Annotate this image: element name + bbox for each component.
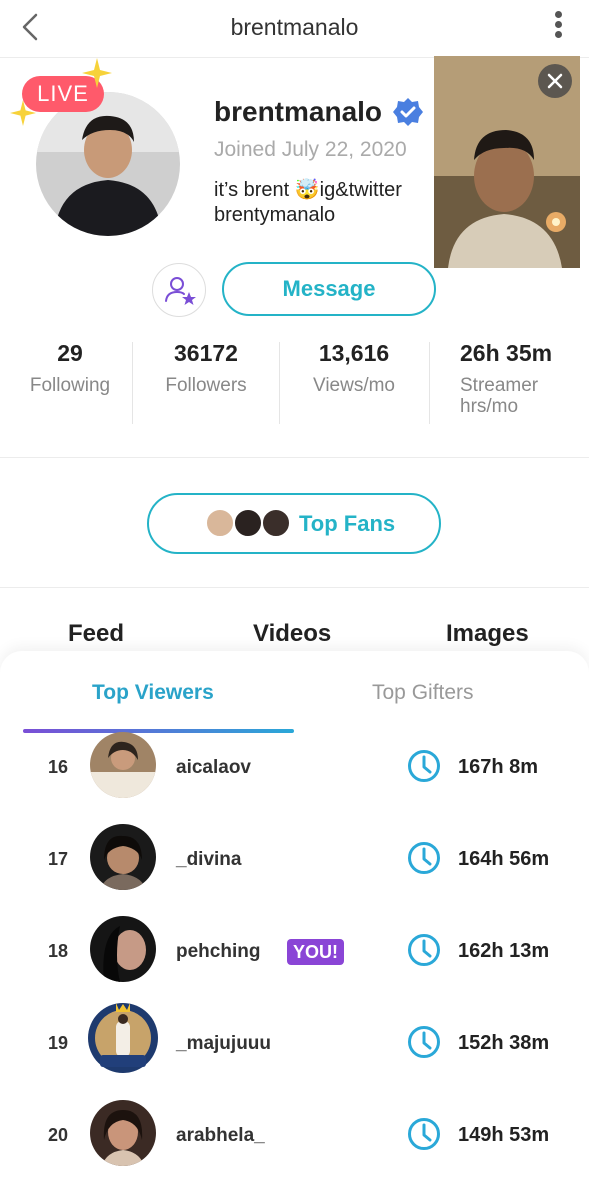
avatar — [90, 732, 156, 798]
fan-avatar — [233, 508, 263, 538]
list-item[interactable]: 19 _majujuuu 152h 38m — [0, 1003, 589, 1103]
top-fans-label: Top Fans — [299, 511, 396, 536]
stat-streamer-hours: 26h 35m Streamer hrs/mo — [460, 340, 585, 417]
stat-label: Following — [29, 375, 111, 396]
avatar — [90, 824, 156, 890]
list-item[interactable]: 16 aicalaov 167h 8m — [0, 732, 589, 827]
divider — [0, 587, 589, 588]
stat-value: 36172 — [174, 340, 238, 366]
stat-views: 13,616 Views/mo — [298, 340, 410, 396]
more-vertical-icon — [554, 11, 562, 18]
stat-value: 29 — [57, 340, 83, 366]
divider — [132, 342, 133, 424]
username: aicalaov — [176, 757, 251, 778]
rank: 16 — [47, 757, 69, 777]
divider — [0, 457, 589, 458]
watch-duration: 149h 53m — [458, 1124, 550, 1146]
stat-value: 13,616 — [318, 340, 390, 366]
joined-date: Joined July 22, 2020 — [214, 138, 407, 161]
tab-top-viewers[interactable]: Top Viewers — [92, 681, 214, 705]
top-viewers-sheet: Top Viewers Top Gifters 16 aicalaov 167h… — [0, 651, 589, 1200]
clock-icon — [408, 934, 440, 966]
more-options-button[interactable] — [549, 8, 567, 44]
top-bar: brentmanalo — [0, 0, 589, 58]
list-item[interactable]: 18 pehching YOU! 162h 13m — [0, 916, 589, 1011]
username: _majujuuu — [176, 1033, 272, 1054]
stat-followers[interactable]: 36172 Followers — [150, 340, 262, 396]
stat-label: Followers — [165, 375, 247, 396]
stat-label: Streamer hrs/mo — [460, 375, 539, 417]
watch-duration: 152h 38m — [458, 1032, 550, 1054]
message-button[interactable]: Message — [222, 262, 436, 316]
stat-label: Views/mo — [312, 375, 395, 396]
follow-button[interactable] — [152, 263, 206, 317]
tab-top-gifters[interactable]: Top Gifters — [372, 681, 474, 705]
top-fans-button[interactable]: Top Fans — [147, 493, 441, 554]
list-item[interactable]: 17 _divina 164h 56m — [0, 824, 589, 919]
close-button[interactable] — [538, 64, 572, 98]
profile-name: brentmanalo — [214, 96, 383, 127]
page-title: brentmanalo — [230, 14, 359, 40]
username: pehching — [176, 941, 261, 962]
watch-duration: 164h 56m — [458, 848, 550, 870]
clock-icon — [408, 750, 440, 782]
watch-duration: 167h 8m — [458, 756, 539, 778]
sparkle-icon — [10, 100, 36, 126]
avatar — [90, 1100, 156, 1166]
tab-feed[interactable]: Feed — [68, 620, 124, 648]
verified-badge-icon — [393, 98, 423, 126]
rank: 19 — [47, 1033, 69, 1053]
profile-bio: it’s brent 🤯ig&twitter brentymanalo — [214, 179, 402, 226]
tab-images[interactable]: Images — [446, 620, 529, 648]
user-star-icon — [165, 277, 196, 305]
rank: 18 — [47, 941, 69, 961]
list-item[interactable]: 20 arabhela_ 149h 53m — [0, 1100, 589, 1195]
avatar — [36, 92, 180, 236]
tab-videos[interactable]: Videos — [253, 620, 331, 648]
profile-avatar[interactable] — [36, 92, 180, 236]
fan-avatar — [205, 508, 235, 538]
sparkle-icon — [82, 58, 112, 88]
you-badge: YOU! — [287, 939, 344, 965]
rank: 20 — [47, 1125, 69, 1145]
watch-duration: 162h 13m — [458, 940, 550, 962]
active-tab-indicator — [23, 729, 294, 733]
divider — [279, 342, 280, 424]
avatar — [86, 1001, 160, 1075]
clock-icon — [408, 842, 440, 874]
rank: 17 — [47, 849, 69, 869]
stat-value: 26h 35m — [460, 340, 553, 366]
profile-stats: 29 Following 36172 Followers 13,616 View… — [0, 340, 589, 430]
username: _divina — [176, 849, 242, 870]
clock-icon — [408, 1118, 440, 1150]
close-icon — [547, 73, 563, 89]
stat-following[interactable]: 29 Following — [15, 340, 125, 396]
fan-avatar — [261, 508, 291, 538]
clock-icon — [408, 1026, 440, 1058]
avatar — [90, 916, 156, 982]
divider — [429, 342, 430, 424]
username: arabhela_ — [176, 1125, 265, 1146]
